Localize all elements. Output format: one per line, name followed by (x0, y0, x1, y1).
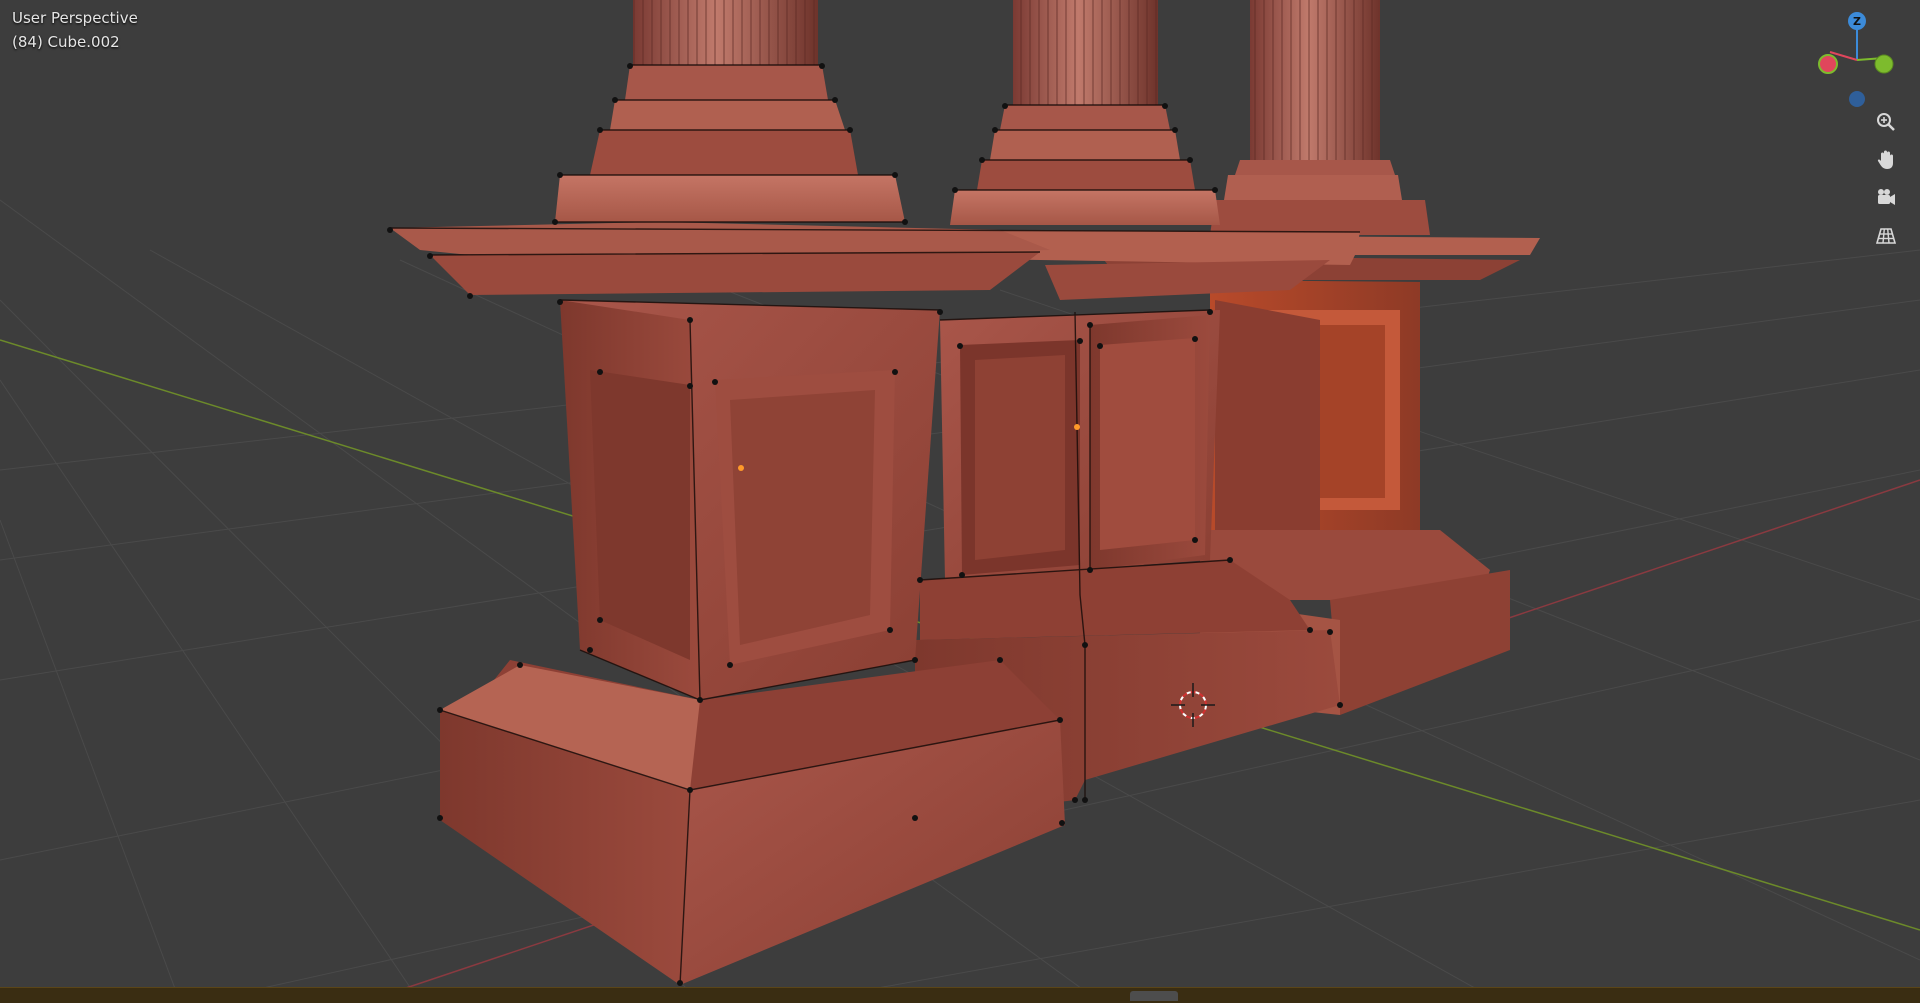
statusbar-handle[interactable] (1130, 991, 1178, 1001)
gizmo-z-label: Z (1853, 15, 1861, 28)
object-origin (738, 465, 744, 471)
status-bar (0, 987, 1920, 1003)
zoom-icon[interactable] (1875, 111, 1909, 145)
3d-viewport[interactable]: Z User Perspective (84) Cube.002 (0, 0, 1920, 1002)
viewport-canvas[interactable]: Z (0, 0, 1920, 1002)
gizmo-y-axis-icon[interactable] (1874, 54, 1894, 74)
navigation-gizmo[interactable]: Z (1818, 12, 1894, 107)
view-name-label: User Perspective (12, 9, 138, 27)
object-info-label: (84) Cube.002 (12, 33, 120, 51)
camera-icon[interactable] (1875, 187, 1909, 221)
hand-icon[interactable] (1875, 149, 1909, 183)
gizmo-negative-z-icon[interactable] (1849, 91, 1865, 107)
grid-icon[interactable] (1875, 225, 1909, 259)
object-origin (1074, 424, 1080, 430)
gizmo-x-axis-icon[interactable] (1818, 54, 1838, 74)
